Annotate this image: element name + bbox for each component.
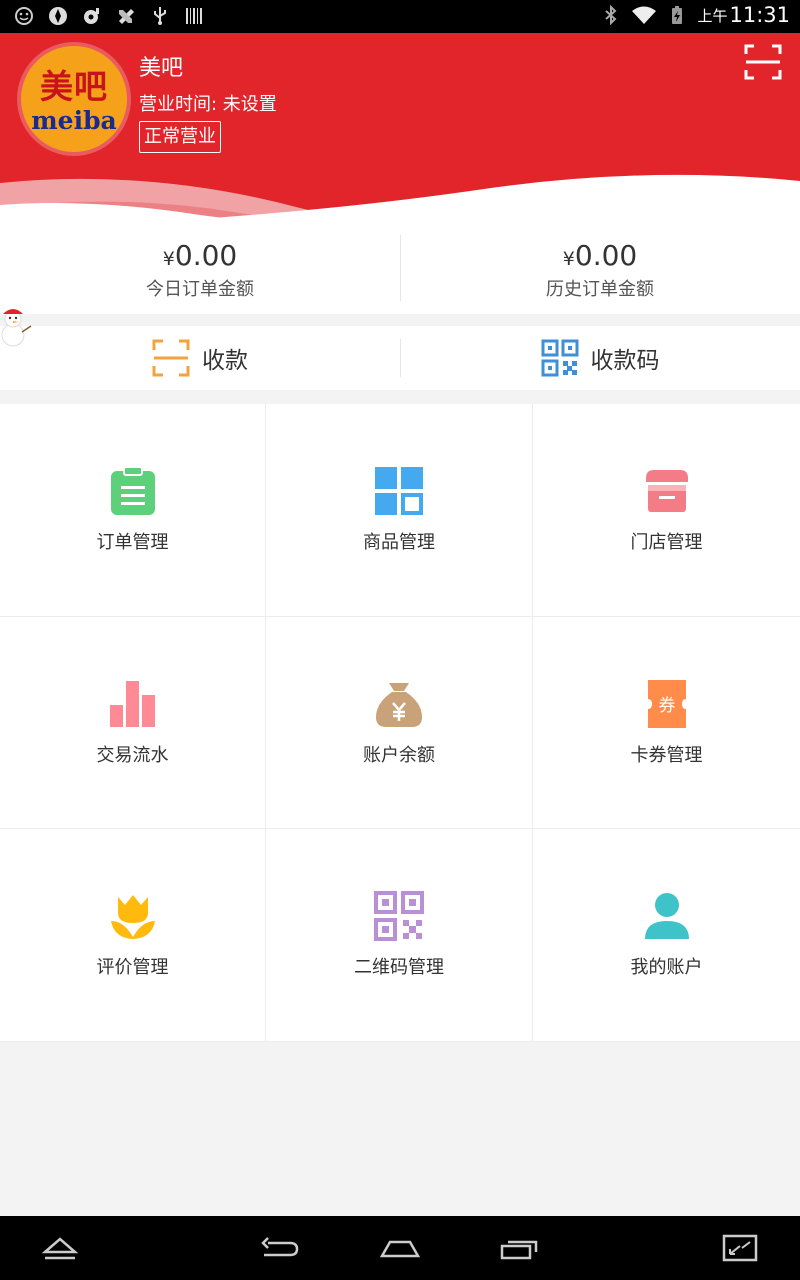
user-icon	[644, 893, 689, 939]
qr-code-icon	[541, 339, 578, 377]
today-amount: 0.00	[174, 239, 238, 272]
menu-item-qrcode-management[interactable]: 二维码管理	[266, 829, 533, 1042]
payment-qrcode-label: 收款码	[590, 348, 660, 374]
bluetooth-icon	[605, 5, 617, 25]
order-summary: ¥0.00 今日订单金额 ¥0.00 历史订单金额	[0, 223, 800, 314]
menu-item-label: 订单管理	[96, 532, 169, 553]
flower-icon	[110, 895, 155, 939]
logo-text-cn: 美吧	[40, 67, 108, 106]
menu-item-transactions[interactable]: 交易流水	[0, 617, 266, 829]
store-name: 美吧	[139, 56, 184, 81]
menu-item-label: 门店管理	[630, 532, 703, 553]
menu-item-account-balance[interactable]: 账户余额	[266, 617, 533, 829]
menu-item-label: 卡券管理	[630, 745, 703, 766]
usb-icon	[154, 7, 166, 25]
logo-text-en: meiba	[31, 106, 117, 135]
hide-keyboard-icon[interactable]	[40, 1234, 80, 1262]
store-icon	[645, 470, 688, 512]
coupon-glyph: 券	[658, 696, 675, 716]
system-navigation-bar	[0, 1216, 800, 1280]
grid-icon	[375, 467, 423, 515]
menu-item-product-management[interactable]: 商品管理	[266, 404, 533, 617]
today-order-total[interactable]: ¥0.00 今日订单金额	[0, 223, 400, 314]
menu-item-order-management[interactable]: 订单管理	[0, 404, 266, 617]
money-bag-icon	[376, 683, 422, 727]
menu-item-review-management[interactable]: 评价管理	[0, 829, 266, 1042]
menu-item-label: 我的账户	[630, 957, 703, 978]
am-pm-indicator: 上午	[697, 6, 728, 25]
battery-icon	[672, 6, 683, 24]
currency-symbol: ¥	[162, 248, 175, 270]
menu-item-label: 二维码管理	[354, 957, 444, 978]
function-menu: 订单管理 商品管理 门店管理 交易流水 账户余额 券 卡券管理 评价管理 二维码…	[0, 404, 800, 1042]
bar-chart-icon	[109, 681, 155, 727]
home-icon[interactable]	[380, 1234, 420, 1262]
status-bar: 上午 11:31	[0, 0, 800, 33]
menu-item-my-account[interactable]: 我的账户	[533, 829, 800, 1042]
menu-item-label: 账户余额	[363, 745, 435, 766]
menu-item-label: 商品管理	[363, 532, 435, 553]
menu-item-store-management[interactable]: 门店管理	[533, 404, 800, 617]
menu-item-label: 交易流水	[96, 745, 169, 766]
screen-compat-icon[interactable]	[720, 1234, 760, 1262]
scan-collect-icon	[152, 339, 190, 377]
menu-item-coupon-management[interactable]: 券 卡券管理	[533, 617, 800, 829]
music-icon	[84, 8, 99, 24]
coupon-icon: 券	[647, 680, 686, 728]
tools-icon	[119, 9, 134, 24]
status-badge[interactable]: 正常营业	[139, 121, 221, 153]
system-icons: 上午 11:31	[601, 3, 790, 27]
wifi-icon	[632, 6, 657, 24]
collect-payment-button[interactable]: 收款	[0, 326, 400, 390]
store-header: 美吧 meiba 美吧 营业时间: 未设置 正常营业	[0, 33, 800, 223]
history-amount: 0.00	[574, 239, 638, 272]
menu-item-label: 评价管理	[96, 957, 169, 978]
payment-actions: 收款 收款码	[0, 326, 800, 390]
notification-icons	[14, 6, 204, 26]
history-order-total[interactable]: ¥0.00 历史订单金额	[400, 223, 800, 314]
today-amount-label: 今日订单金额	[146, 279, 254, 300]
clipboard-icon	[110, 466, 155, 515]
recent-apps-icon[interactable]	[500, 1234, 540, 1262]
history-amount-label: 历史订单金额	[546, 279, 654, 300]
clock: 11:31	[729, 3, 790, 27]
currency-symbol: ¥	[562, 248, 575, 270]
navigation-icon	[49, 7, 67, 25]
store-logo[interactable]: 美吧 meiba	[21, 46, 127, 152]
scan-icon[interactable]	[744, 44, 782, 80]
face-icon	[15, 7, 33, 25]
payment-qrcode-button[interactable]: 收款码	[400, 326, 800, 390]
collect-payment-label: 收款	[202, 348, 248, 374]
barcode-icon	[186, 8, 202, 24]
snowman-icon[interactable]	[0, 304, 32, 348]
qr-code-icon	[374, 891, 424, 941]
business-hours: 营业时间: 未设置	[139, 94, 277, 115]
back-icon[interactable]	[260, 1234, 300, 1262]
